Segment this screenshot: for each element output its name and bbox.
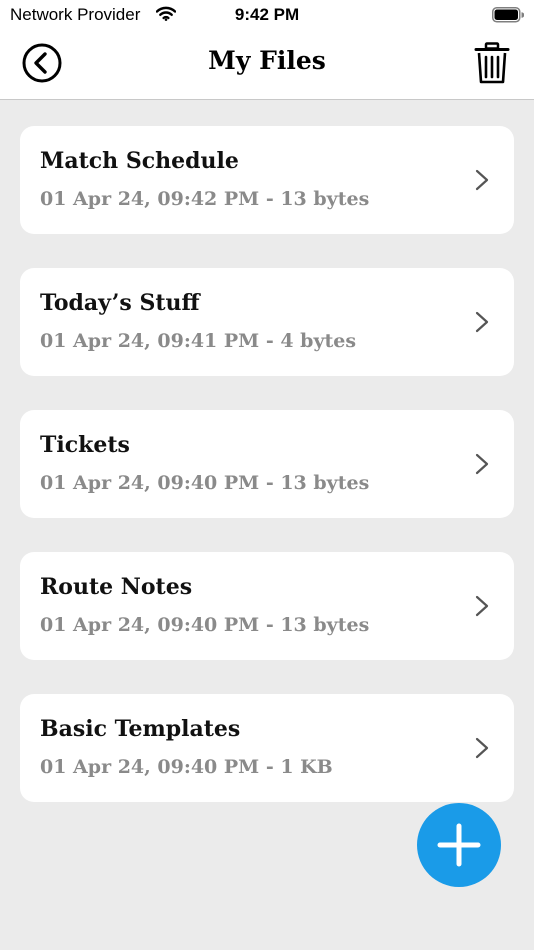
file-meta: 01 Apr 24, 09:40 PM - 13 bytes	[40, 614, 370, 636]
file-item-tickets[interactable]: Tickets 01 Apr 24, 09:40 PM - 13 bytes	[20, 410, 514, 518]
file-item-route-notes[interactable]: Route Notes 01 Apr 24, 09:40 PM - 13 byt…	[20, 552, 514, 660]
clock: 9:42 PM	[234, 5, 300, 24]
chevron-right-icon	[475, 169, 489, 191]
file-name: Basic Templates	[40, 716, 241, 742]
file-name: Route Notes	[40, 574, 193, 600]
file-name: Tickets	[40, 432, 130, 458]
plus-icon	[437, 823, 481, 867]
file-name: Today’s Stuff	[40, 290, 200, 316]
file-list: Match Schedule 01 Apr 24, 09:42 PM - 13 …	[20, 126, 514, 836]
file-item-basic-templates[interactable]: Basic Templates 01 Apr 24, 09:40 PM - 1 …	[20, 694, 514, 802]
chevron-right-icon	[475, 311, 489, 333]
file-item-match-schedule[interactable]: Match Schedule 01 Apr 24, 09:42 PM - 13 …	[20, 126, 514, 234]
file-name: Match Schedule	[40, 148, 239, 174]
status-bar: Network Provider 9:42 PM	[0, 0, 534, 30]
file-meta: 01 Apr 24, 09:40 PM - 13 bytes	[40, 472, 370, 494]
navigation-bar: My Files	[0, 30, 534, 100]
file-meta: 01 Apr 24, 09:42 PM - 13 bytes	[40, 188, 370, 210]
chevron-right-icon	[475, 737, 489, 759]
battery-icon	[492, 7, 525, 28]
file-meta: 01 Apr 24, 09:41 PM - 4 bytes	[40, 330, 357, 352]
add-file-button[interactable]	[417, 803, 501, 887]
page-title: My Files	[208, 46, 326, 75]
chevron-right-icon	[475, 595, 489, 617]
delete-button[interactable]	[474, 42, 510, 84]
file-meta: 01 Apr 24, 09:40 PM - 1 KB	[40, 756, 333, 778]
file-item-todays-stuff[interactable]: Today’s Stuff 01 Apr 24, 09:41 PM - 4 by…	[20, 268, 514, 376]
chevron-right-icon	[475, 453, 489, 475]
trash-icon	[474, 42, 510, 84]
